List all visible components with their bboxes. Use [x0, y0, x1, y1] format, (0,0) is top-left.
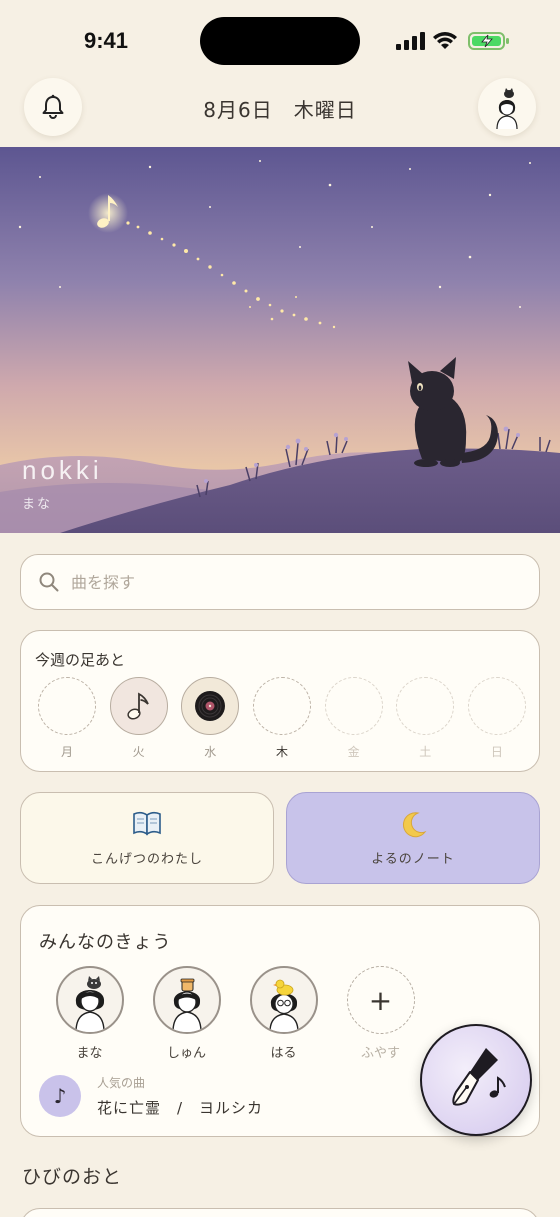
day-label: 金 [347, 745, 360, 759]
signal-icon [396, 32, 425, 50]
friend-mana[interactable]: まな [41, 966, 138, 1061]
day-wed[interactable]: 水 [180, 677, 240, 760]
day-fri: 金 [324, 677, 384, 760]
hero-title: nokki [22, 455, 103, 485]
day-circle [109, 677, 168, 735]
week-footprints-card: 今週の足あと 月 火 水 木 金 土 日 [20, 630, 540, 772]
friend-name: まな [76, 1046, 103, 1061]
day-circle [324, 677, 383, 735]
day-label: 火 [132, 745, 145, 759]
friends-list: まな しゅん はる + ふやす [41, 966, 429, 1061]
friend-name: はる [270, 1046, 297, 1061]
search-bar[interactable] [20, 554, 540, 610]
write-fab-button[interactable] [420, 1024, 532, 1136]
day-mon[interactable]: 月 [37, 677, 97, 760]
avatar [249, 966, 318, 1034]
header-date: 8月6日 木曜日 [203, 98, 357, 122]
profile-avatar-button[interactable] [478, 78, 536, 136]
friend-haru[interactable]: はる [235, 966, 332, 1061]
day-circle [38, 677, 96, 735]
everyone-today-title: みんなのきょう [39, 932, 172, 953]
week-days: 月 火 水 木 金 土 日 [37, 677, 527, 760]
day-sat: 土 [395, 677, 455, 760]
music-note-icon: ♪ [39, 1075, 81, 1117]
dynamic-island [200, 17, 360, 65]
avatar-girl-cat-icon [496, 88, 518, 130]
avatar [152, 966, 221, 1034]
search-input[interactable] [71, 572, 491, 592]
header: 8月6日 木曜日 [0, 78, 560, 140]
day-circle [252, 677, 311, 735]
plus-icon: + [346, 966, 415, 1034]
battery-icon [468, 32, 509, 50]
week-title: 今週の足あと [35, 651, 126, 669]
hero-subtitle: まな [22, 497, 53, 512]
friend-shun[interactable]: しゅん [138, 966, 235, 1061]
fountain-pen-icon [452, 1048, 506, 1106]
daily-sounds-title: ひびのおと [22, 1166, 123, 1188]
day-circle [181, 677, 240, 735]
monthly-me-button[interactable]: こんげつのわたし [20, 792, 274, 884]
music-note-icon [127, 692, 149, 720]
book-icon [132, 810, 162, 840]
day-sun: 日 [467, 677, 527, 760]
status-time: 9:41 [84, 28, 129, 53]
day-label: 日 [490, 745, 503, 759]
night-note-label: よるのノート [371, 851, 455, 867]
popular-song-text: 人気の曲 花に亡霊 / ヨルシカ [97, 1074, 263, 1118]
avatar [55, 966, 124, 1034]
hero-illustration: nokki まな [0, 147, 560, 533]
monthly-me-label: こんげつのわたし [90, 851, 203, 867]
vinyl-record-icon [195, 691, 226, 721]
day-circle [396, 677, 455, 735]
popular-song-row[interactable]: ♪ 人気の曲 花に亡霊 / ヨルシカ [39, 1074, 263, 1118]
day-label: 土 [419, 745, 432, 759]
crescent-moon-icon [398, 810, 428, 840]
day-thu[interactable]: 木 [252, 677, 312, 760]
status-bar: 9:41 [0, 0, 560, 80]
popular-song-caption: 人気の曲 [97, 1076, 146, 1090]
day-label: 木 [275, 745, 288, 759]
day-tue[interactable]: 火 [109, 677, 169, 760]
friend-name: しゅん [166, 1046, 206, 1061]
day-label: 月 [60, 745, 73, 759]
day-circle [467, 677, 526, 735]
day-label: 水 [204, 745, 217, 759]
wifi-icon [433, 32, 457, 49]
add-friend-button[interactable]: + ふやす [332, 966, 429, 1061]
search-icon [39, 572, 59, 592]
daily-sounds-card [20, 1208, 540, 1217]
night-note-button[interactable]: よるのノート [286, 792, 540, 884]
add-friend-label: ふやす [360, 1046, 400, 1061]
popular-song-title: 花に亡霊 / ヨルシカ [97, 1099, 264, 1117]
